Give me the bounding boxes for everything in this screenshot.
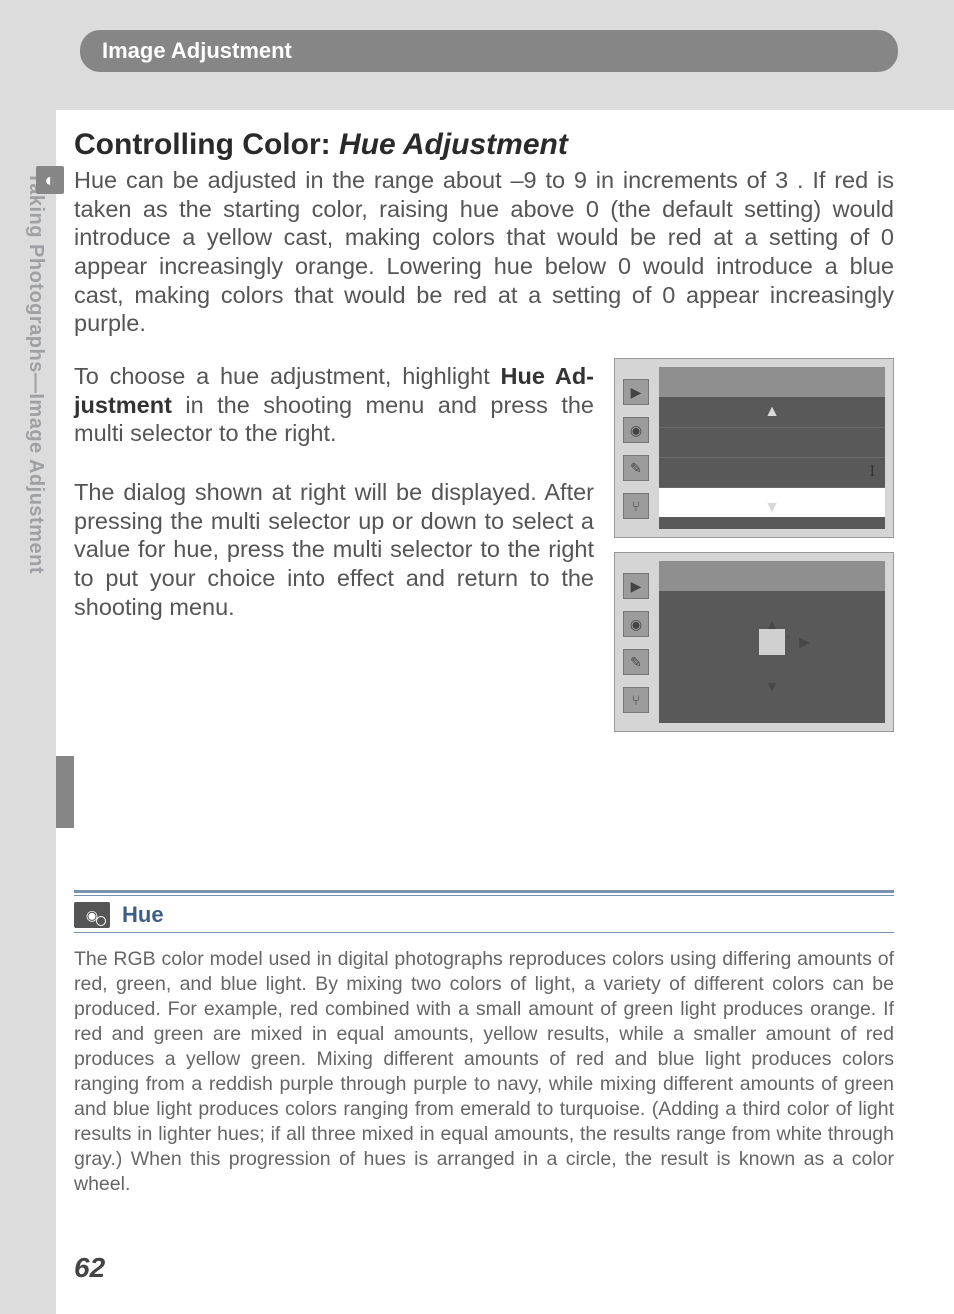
play-tab-icon: ▶ — [623, 573, 649, 599]
arrow-up-icon: ▲ — [765, 616, 779, 632]
title-prefix: Controlling Color: — [74, 128, 339, 161]
play-tab-icon: ▶ — [623, 379, 649, 405]
menu-tab-icons: ▶ ◉ ✎ ⑂ — [623, 379, 657, 519]
menu-row — [659, 457, 885, 487]
section-tab: Image Adjustment — [80, 30, 898, 72]
shoot-tab-icon: ◉ — [623, 611, 649, 637]
menu-tab-icons: ▶ ◉ ✎ ⑂ — [623, 573, 657, 713]
rule — [74, 895, 894, 896]
retouch-tab-icon: ⑂ — [623, 687, 649, 713]
retouch-tab-icon: ⑂ — [623, 493, 649, 519]
page-title: Controlling Color: Hue Adjustment — [74, 128, 894, 162]
menu-row — [659, 427, 885, 457]
rule — [74, 890, 894, 893]
thumb-tab — [56, 756, 74, 828]
vertical-section-label: Taking Photographs—Image Adjustment — [24, 172, 47, 574]
setup-tab-icon: ✎ — [623, 649, 649, 675]
menu-panel: ° ▲ ▼ ▶ — [659, 561, 885, 723]
info-title: Hue — [122, 902, 164, 928]
info-camera-icon: ◉ — [74, 902, 110, 928]
menu-header — [659, 561, 885, 591]
paragraph-1: Hue can be adjusted in the range about –… — [74, 166, 894, 338]
scroll-down-icon: ▼ — [764, 499, 780, 517]
section-tab-label: Image Adjustment — [102, 38, 292, 64]
scroll-up-icon: ▲ — [764, 403, 780, 421]
rule — [74, 932, 894, 933]
menu-screenshot-1: ▶ ◉ ✎ ⑂ ▲ ▼ I — [614, 358, 894, 538]
menu-header — [659, 367, 885, 397]
paragraph-2: To choose a hue adjustment, highlight Hu… — [74, 362, 594, 448]
title-italic: Hue Adjustment — [339, 128, 568, 161]
menu-panel: ▲ ▼ I — [659, 367, 885, 529]
value-box — [759, 629, 785, 655]
page-number: 62 — [74, 1252, 105, 1284]
degree-symbol: ° — [786, 632, 791, 646]
info-text: The RGB color model used in digital phot… — [74, 947, 894, 1197]
p2-pre: To choose a hue adjustment, highlight — [74, 363, 501, 389]
shoot-tab-icon: ◉ — [623, 417, 649, 443]
arrow-right-icon: ▶ — [799, 634, 810, 651]
paragraph-3: The dialog shown at right will be displa… — [74, 478, 594, 621]
camera-mode-icon: ◐ — [36, 166, 64, 194]
setup-tab-icon: ✎ — [623, 455, 649, 481]
value-indicator: I — [870, 463, 875, 481]
arrow-down-icon: ▼ — [765, 678, 779, 694]
menu-screenshot-2: ▶ ◉ ✎ ⑂ ° ▲ ▼ ▶ — [614, 552, 894, 732]
info-box: ◉ Hue The RGB color model used in digita… — [74, 890, 894, 1197]
